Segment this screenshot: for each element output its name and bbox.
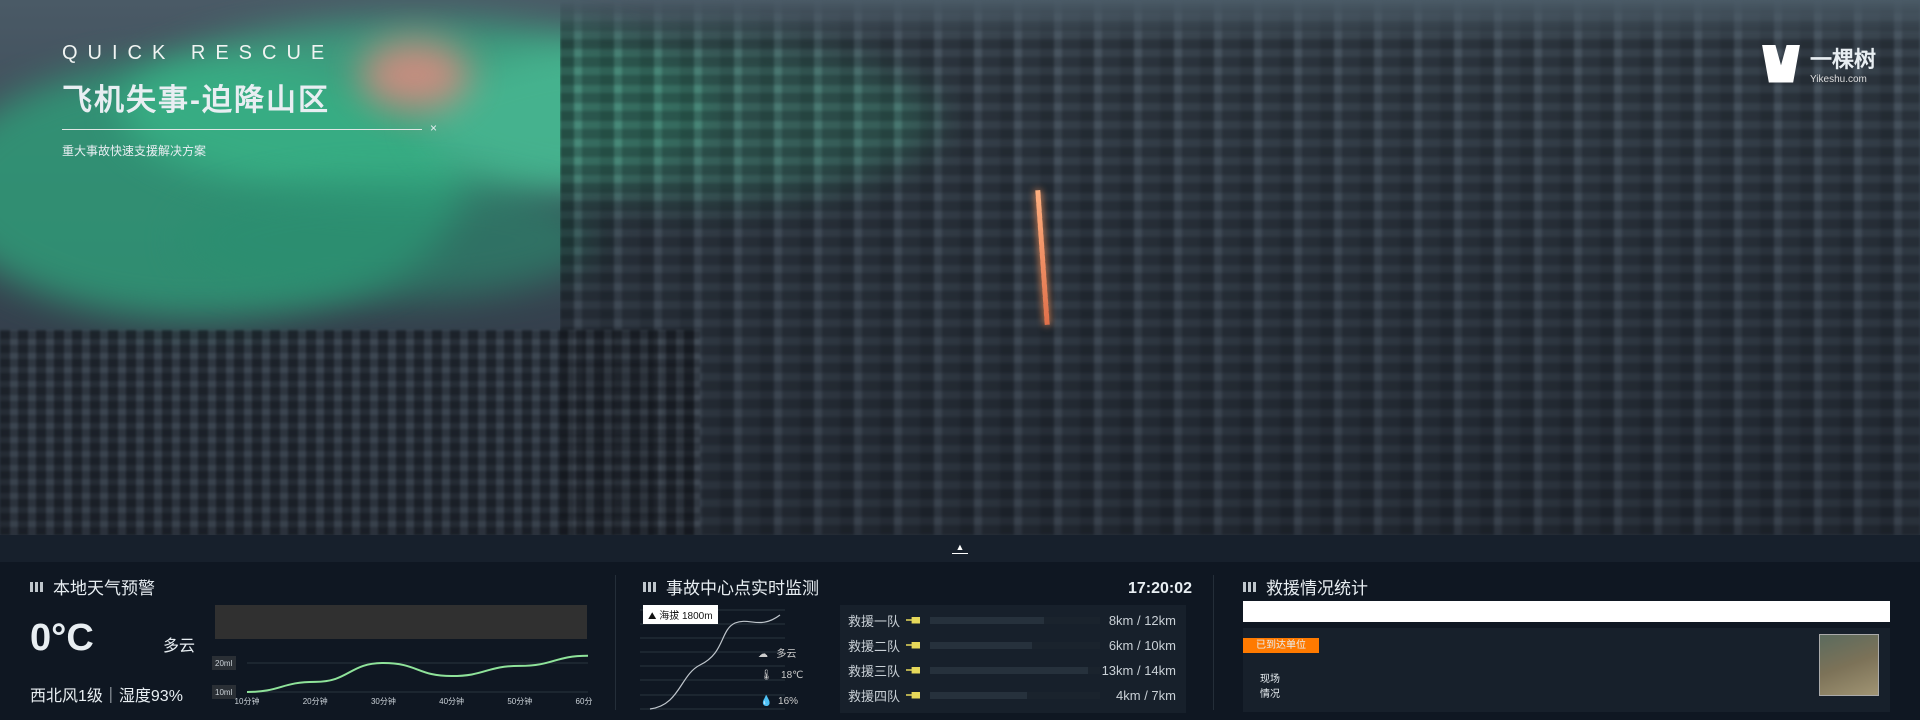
flag-icon	[906, 691, 920, 699]
monitor-panel-title: 事故中心点实时监测	[643, 574, 819, 599]
scene-label: 情况	[1260, 689, 1280, 700]
x-tick-label: 10分钟	[235, 696, 260, 706]
weather-alert-box	[215, 605, 587, 639]
team-name: 救援一队	[848, 613, 901, 629]
weather-panel-title: 本地天气预警	[30, 574, 155, 599]
logo-name: 一棵树	[1810, 47, 1877, 72]
scene-photo[interactable]	[1819, 634, 1879, 696]
arrived-units-tag[interactable]: 已到达单位	[1243, 638, 1319, 653]
page-title: 飞机失事-迫降山区	[62, 84, 330, 117]
team-progress-track	[930, 666, 1100, 674]
team-progress-track	[930, 641, 1100, 649]
team-name: 救援四队	[848, 688, 901, 704]
flag-icon	[906, 616, 920, 624]
water-drop-icon: 💧	[760, 696, 779, 707]
team-name: 救援二队	[848, 638, 901, 654]
rescue-title-text: 救援情况统计	[1266, 579, 1368, 598]
team-row[interactable]: 救援三队 13km / 14km	[840, 660, 1186, 680]
y-tick-label: 20ml	[215, 659, 233, 668]
rainfall-line	[246, 654, 589, 693]
bars-icon	[643, 581, 656, 592]
logo-icon	[1762, 44, 1800, 83]
bars-icon	[1243, 581, 1256, 592]
temperature: 0°C	[30, 617, 94, 659]
team-row[interactable]: 救援一队 8km / 12km	[840, 610, 1186, 630]
x-tick-label: 40分钟	[439, 696, 464, 706]
monitor-humidity: 💧 16%	[760, 696, 798, 707]
monitor-temperature: 🌡 18℃	[760, 670, 803, 681]
brand-logo: 一棵树 Yikeshu.com	[1762, 42, 1876, 85]
monitor-condition-text: 多云	[776, 649, 797, 660]
team-progress-fill	[930, 666, 1089, 674]
header-subtitle-en: QUICK RESCUE	[62, 42, 335, 64]
team-row[interactable]: 救援二队 6km / 10km	[840, 635, 1186, 655]
rescue-card	[1243, 628, 1890, 712]
x-tick-label: 20分钟	[303, 696, 328, 706]
team-progress-track	[930, 616, 1100, 624]
x-tick-label: 50分钟	[507, 696, 532, 706]
monitor-title-text: 事故中心点实时监测	[666, 579, 819, 598]
monitor-temperature-text: 18℃	[781, 670, 804, 681]
flag-icon	[906, 666, 920, 674]
rainfall-chart: 20ml 10ml10分钟 20分钟 30分钟 40分钟 50分钟 60分钟	[212, 654, 592, 706]
scene-label: 现场	[1260, 674, 1280, 685]
caret-up-icon[interactable]: ▲	[952, 542, 968, 554]
team-distance: 8km / 12km	[1108, 612, 1176, 628]
logo-domain: Yikeshu.com	[1810, 74, 1867, 85]
team-name: 救援三队	[848, 663, 901, 679]
page-header: QUICK RESCUE 飞机失事-迫降山区 × 重大事故快速支援解决方案	[62, 42, 437, 159]
clock: 17:20:02	[1128, 580, 1193, 597]
rescue-panel-title: 救援情况统计	[1243, 574, 1368, 599]
flag-icon	[906, 641, 920, 649]
thermometer-icon: 🌡	[760, 670, 782, 681]
team-distance: 13km / 14km	[1101, 662, 1176, 678]
rescue-search-bar[interactable]	[1243, 601, 1890, 622]
close-icon[interactable]: ×	[430, 121, 437, 135]
monitor-humidity-text: 16%	[778, 696, 799, 707]
header-description: 重大事故快速支援解决方案	[62, 144, 207, 158]
mountain-icon: ⛰	[648, 611, 660, 622]
weather-title-text: 本地天气预警	[53, 579, 155, 598]
bars-icon	[30, 581, 43, 592]
team-progress-fill	[930, 616, 1044, 624]
team-row[interactable]: 救援四队 4km / 7km	[840, 685, 1186, 705]
altitude-label: ⛰ 海拔 1800m	[643, 605, 718, 624]
wind-humidity: 西北风1级｜湿度93%	[30, 688, 183, 705]
team-progress-track	[930, 691, 1100, 699]
team-progress-fill	[930, 641, 1032, 649]
y-tick-label: 10ml	[215, 688, 233, 697]
monitor-condition: ☁ 多云	[758, 645, 796, 660]
team-distance: 6km / 10km	[1108, 637, 1176, 653]
cloud-icon: ☁	[758, 649, 777, 660]
team-distance: 4km / 7km	[1116, 687, 1176, 703]
altitude-text: 海拔 1800m	[659, 611, 713, 622]
team-progress-fill	[930, 691, 1027, 699]
weather-condition: 多云	[163, 638, 196, 655]
x-tick-label: 60分钟	[576, 696, 592, 706]
x-tick-label: 30分钟	[371, 696, 396, 706]
